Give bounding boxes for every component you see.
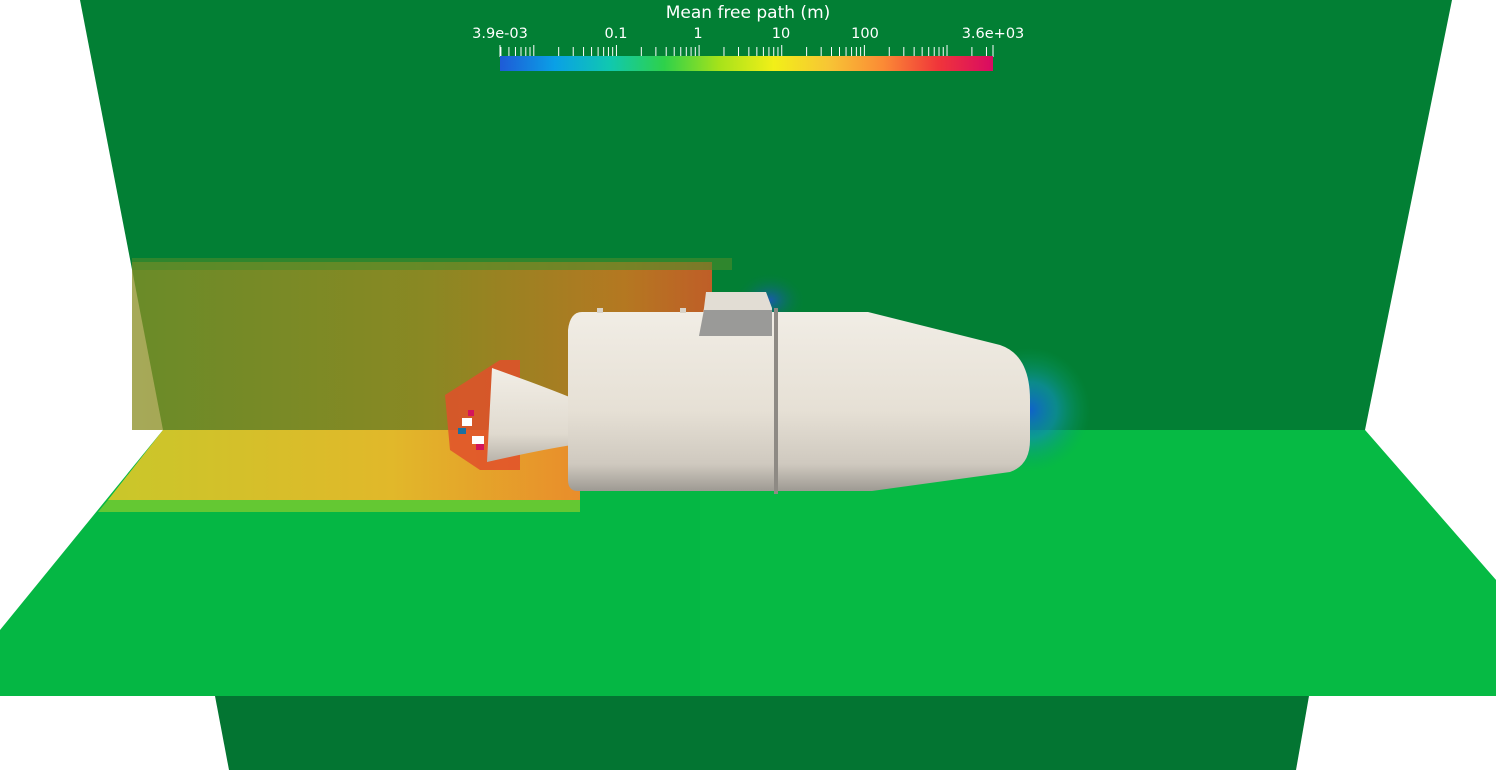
top-fin-1 xyxy=(597,308,603,313)
scene-3d xyxy=(0,0,1496,770)
floor-skirt-plane xyxy=(215,696,1309,770)
plume-hot-speck-4 xyxy=(468,410,474,416)
plume-hot-speck-2 xyxy=(458,428,466,434)
plume-hot-speck-5 xyxy=(476,444,484,450)
top-fin-2 xyxy=(680,308,686,313)
plume-hot-speck-3 xyxy=(472,436,484,444)
plume-wall-fade xyxy=(132,258,732,270)
top-module-face xyxy=(699,310,772,336)
separation-ring xyxy=(774,308,778,494)
body-cylinder xyxy=(568,312,1030,491)
colorbar-gradient xyxy=(500,56,993,71)
plume-floor-fade xyxy=(98,500,580,512)
render-viewport[interactable]: m Mean free path (m) 3.9e-03 0.1 1 10 10… xyxy=(0,0,1496,770)
plume-hot-speck-1 xyxy=(462,418,472,426)
